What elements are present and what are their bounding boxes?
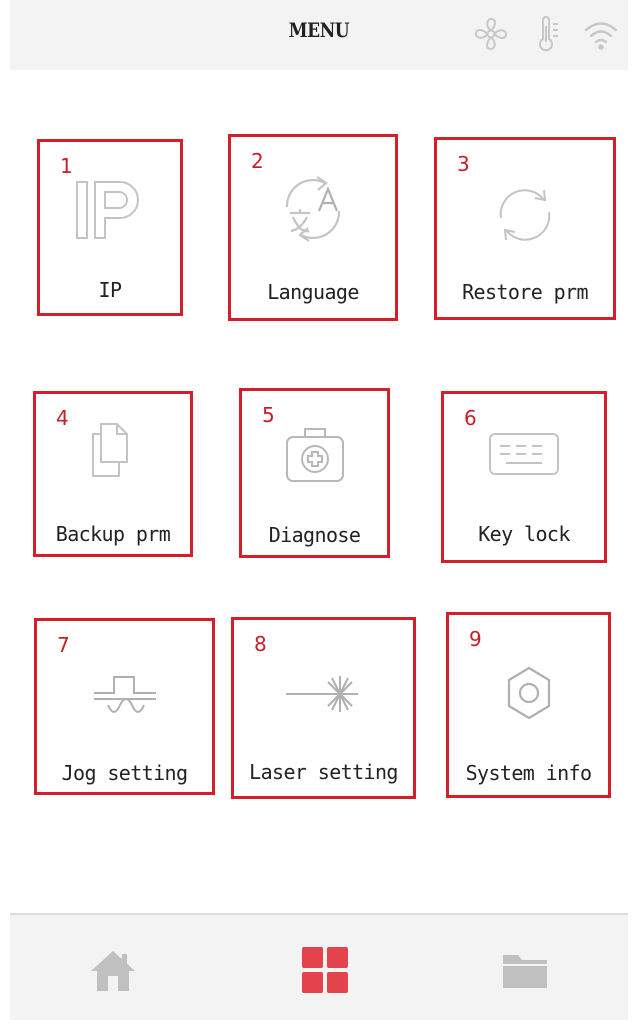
tile-backup-prm[interactable]: 4 Backup prm xyxy=(33,391,193,557)
tile-label: Jog setting xyxy=(61,761,188,785)
tile-label: Diagnose xyxy=(268,523,361,547)
tile-system-info[interactable]: 9 System info xyxy=(446,612,611,798)
tile-label: IP xyxy=(98,278,122,302)
tile-label: Backup prm xyxy=(55,522,171,546)
tile-number: 3 xyxy=(457,152,470,176)
tile-number: 4 xyxy=(56,406,69,430)
fan-icon xyxy=(470,14,512,54)
laser-icon xyxy=(282,666,366,722)
tile-label: Laser setting xyxy=(249,760,398,784)
gear-icon xyxy=(499,663,559,723)
tile-jog-setting[interactable]: 7 Jog setting xyxy=(34,618,215,795)
home-icon[interactable] xyxy=(88,945,138,995)
tile-number: 7 xyxy=(57,633,70,657)
language-icon xyxy=(273,167,353,251)
temperature-icon xyxy=(530,14,566,54)
diagnose-icon xyxy=(280,423,350,489)
tile-number: 5 xyxy=(262,403,275,427)
tile-number: 8 xyxy=(254,632,267,656)
tile-label: System info xyxy=(465,761,592,785)
bottom-nav xyxy=(10,913,628,1020)
backup-icon xyxy=(83,420,143,486)
restore-icon xyxy=(490,180,560,250)
tile-restore-prm[interactable]: 3 Restore prm xyxy=(434,137,616,320)
tile-number: 2 xyxy=(251,149,264,173)
grid-icon[interactable] xyxy=(300,945,350,995)
folder-icon[interactable] xyxy=(500,945,550,995)
tile-language[interactable]: 2 Language xyxy=(228,134,398,321)
tile-label: Language xyxy=(267,280,359,304)
tile-key-lock[interactable]: 6 Key lock xyxy=(441,391,607,563)
tile-number: 9 xyxy=(469,627,482,651)
jog-icon xyxy=(90,665,160,721)
ip-icon xyxy=(70,172,150,252)
wifi-icon xyxy=(580,14,622,54)
tile-number: 6 xyxy=(464,406,477,430)
tile-ip[interactable]: 1 IP xyxy=(37,139,183,316)
tile-label: Restore prm xyxy=(462,280,588,304)
top-bar: MENU xyxy=(10,0,628,70)
tile-label: Key lock xyxy=(478,522,570,546)
tile-laser-setting[interactable]: 8 Laser setting xyxy=(231,617,416,799)
tile-diagnose[interactable]: 5 Diagnose xyxy=(239,388,390,558)
keyboard-icon xyxy=(486,426,562,482)
